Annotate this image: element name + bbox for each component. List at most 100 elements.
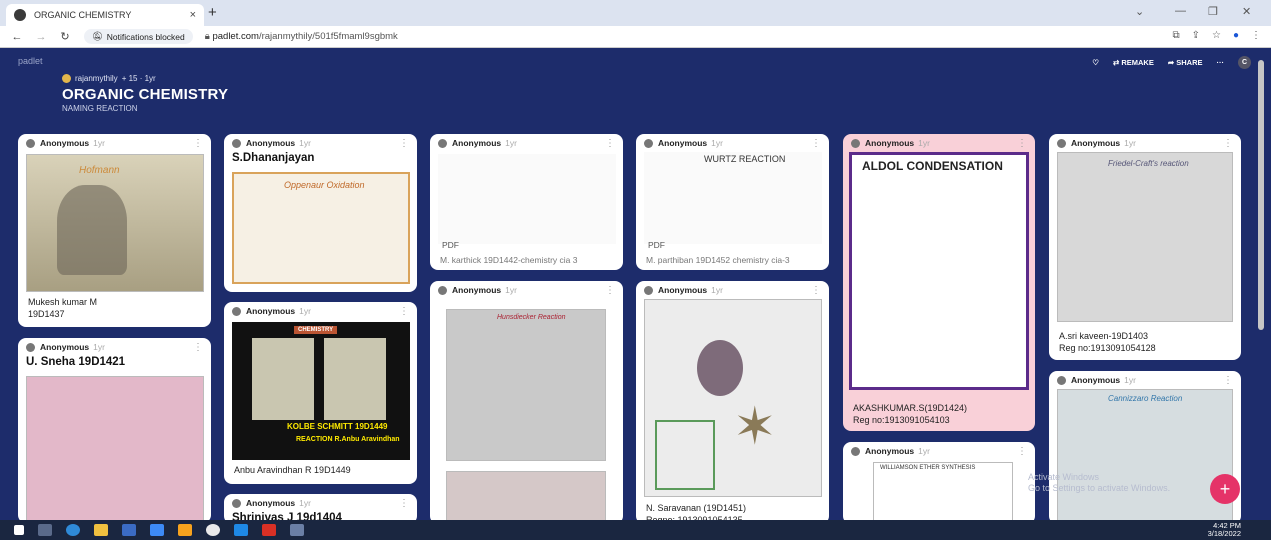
post-menu-icon[interactable]: ⋮ xyxy=(811,138,821,149)
post-card[interactable]: Anonymous 1yr ⋮ WURTZ REACTION PDF M. part… xyxy=(636,134,829,270)
padlet-favicon-icon xyxy=(14,9,26,21)
post-title: S.Dhananjayan xyxy=(232,152,315,164)
post-menu-icon[interactable]: ⋮ xyxy=(1017,446,1027,457)
post-author: Anonymous xyxy=(658,138,708,148)
page-left xyxy=(252,338,314,420)
post-image[interactable]: Cannizzaro Reaction xyxy=(1057,389,1233,524)
user-avatar[interactable]: C xyxy=(1238,56,1251,69)
close-window-icon[interactable]: ✕ xyxy=(1242,5,1251,18)
post-card[interactable]: Anonymous1yr⋮ ✶ N. Saravanan (19D1451) R… xyxy=(636,281,829,524)
post-caption: AKASHKUMAR.S(19D1424) Reg no:19130910541… xyxy=(853,403,968,425)
post-image[interactable] xyxy=(438,154,616,244)
url-field[interactable]: 🔒︎ padlet.com/rajanmythily/501f5fmaml9sg… xyxy=(205,31,398,42)
post-time: 1yr xyxy=(299,498,311,508)
minimize-icon[interactable]: — xyxy=(1175,5,1186,17)
post-image[interactable]: Hunsdiecker Reaction xyxy=(446,309,606,461)
share-button[interactable]: ➦ SHARE xyxy=(1168,58,1203,67)
post-menu-icon[interactable]: ⋮ xyxy=(1017,138,1027,149)
add-post-button[interactable]: + xyxy=(1210,474,1240,504)
bookmark-star-icon[interactable]: ☆ xyxy=(1212,30,1221,41)
windows-start-icon[interactable] xyxy=(14,525,24,535)
post-menu-icon[interactable]: ⋮ xyxy=(399,498,409,509)
diagram-box xyxy=(655,420,715,490)
post-image[interactable]: WURTZ REACTION xyxy=(644,152,822,244)
post-card[interactable]: Anonymous 1yr ⋮ Friedel-Craft's reaction A… xyxy=(1049,134,1241,360)
post-author: Anonymous xyxy=(1071,375,1121,385)
post-card[interactable]: Anonymous 1yr ⋮ Hunsdiecker Reaction xyxy=(430,281,623,524)
post-menu-icon[interactable]: ⋮ xyxy=(605,138,615,149)
post-time: 1yr xyxy=(711,138,723,148)
forward-icon[interactable]: → xyxy=(34,31,48,43)
post-menu-icon[interactable]: ⋮ xyxy=(193,342,203,353)
post-image[interactable]: WILLIAMSON ETHER SYNTHESIS xyxy=(873,462,1013,524)
pdf-badge: PDF xyxy=(442,240,459,250)
scrollbar[interactable] xyxy=(1258,60,1264,330)
reload-icon[interactable]: ↻ xyxy=(58,30,72,43)
post-card[interactable]: Anonymous 1yr ⋮ WILLIAMSON ETHER SYNTHESIS xyxy=(843,442,1035,524)
restore-icon[interactable]: ❐ xyxy=(1208,5,1218,18)
post-menu-icon[interactable]: ⋮ xyxy=(399,138,409,149)
anon-avatar xyxy=(232,138,241,148)
share-label: SHARE xyxy=(1176,58,1203,67)
post-card[interactable]: Anonymous 1yr ⋮ ALDOL CONDENSATION AKASHKU… xyxy=(843,134,1035,431)
pdf-reader-icon[interactable] xyxy=(262,524,276,536)
clock-date: 3/18/2022 xyxy=(1207,529,1241,538)
more-menu-icon[interactable]: ··· xyxy=(1217,58,1225,67)
post-caption: Anbu Aravindhan R 19D1449 xyxy=(234,465,351,475)
post-author: Anonymous xyxy=(246,306,296,316)
new-tab-button[interactable]: + xyxy=(208,4,217,21)
task-view-icon[interactable] xyxy=(38,524,52,536)
share-page-icon[interactable]: ⇪ xyxy=(1192,30,1200,41)
photos-icon[interactable] xyxy=(234,524,248,536)
image-banner: CHEMISTRY xyxy=(294,326,338,334)
padlet-logo[interactable]: padlet xyxy=(18,56,43,66)
tab-search-icon[interactable]: ⌄ xyxy=(1135,5,1144,18)
post-menu-icon[interactable]: ⋮ xyxy=(605,285,615,296)
post-card[interactable]: Anonymous 1yr ⋮ PDF M. karthick 19D1442-ch… xyxy=(430,134,623,270)
post-card[interactable]: Anonymous 1yr ⋮ Hofmann Mukesh kumar M 19D… xyxy=(18,134,211,327)
file-explorer-icon[interactable] xyxy=(94,524,108,536)
image-heading: WURTZ REACTION xyxy=(704,154,786,164)
browser-menu-icon[interactable]: ⋮ xyxy=(1251,30,1261,41)
remake-label: REMAKE xyxy=(1121,58,1154,67)
post-image[interactable]: Hofmann xyxy=(26,154,204,292)
tab-organic-chemistry[interactable]: ORGANIC CHEMISTRY × xyxy=(6,4,204,26)
remake-button[interactable]: ⇄ REMAKE xyxy=(1113,58,1154,67)
mail-icon[interactable] xyxy=(150,524,164,536)
post-image[interactable]: Friedel-Craft's reaction xyxy=(1057,152,1233,322)
post-card[interactable]: Anonymous 1yr ⋮ CHEMISTRY KOLBE SCHMITT 19… xyxy=(224,302,417,484)
post-menu-icon[interactable]: ⋮ xyxy=(1223,138,1233,149)
post-card[interactable]: Anonymous 1yr ⋮ U. Sneha 19D1421 xyxy=(18,338,211,523)
author-name[interactable]: rajanmythily xyxy=(75,74,118,83)
tab-close-icon[interactable]: × xyxy=(190,9,196,21)
post-menu-icon[interactable]: ⋮ xyxy=(399,306,409,317)
post-author: Anonymous xyxy=(246,138,296,148)
back-icon[interactable]: ← xyxy=(10,31,24,43)
post-caption: M. parthiban 19D1452 chemistry cia-3 xyxy=(646,255,790,265)
post-image[interactable]: Oppenaur Oxidation xyxy=(232,172,410,284)
edge-icon[interactable] xyxy=(66,524,80,536)
diagram-oval xyxy=(697,340,743,396)
app-icon[interactable] xyxy=(290,524,304,536)
post-image[interactable]: CHEMISTRY KOLBE SCHMITT 19D1449 REACTION… xyxy=(232,322,410,460)
post-menu-icon[interactable]: ⋮ xyxy=(193,138,203,149)
system-clock[interactable]: 4:42 PM 3/18/2022 xyxy=(1208,522,1241,538)
profile-icon[interactable]: ● xyxy=(1233,30,1239,41)
post-time: 1yr xyxy=(505,285,517,295)
install-icon[interactable]: ⧉ xyxy=(1172,30,1179,41)
heart-icon[interactable]: ♡ xyxy=(1092,58,1099,67)
post-image[interactable] xyxy=(446,471,606,524)
post-image[interactable] xyxy=(26,376,204,523)
post-card[interactable]: Anonymous 1yr ⋮ Cannizzaro Reaction xyxy=(1049,371,1241,524)
chrome-icon[interactable] xyxy=(206,524,220,536)
store-icon[interactable] xyxy=(122,524,136,536)
post-menu-icon[interactable]: ⋮ xyxy=(1223,375,1233,386)
post-image[interactable]: ALDOL CONDENSATION xyxy=(849,152,1029,390)
vlc-icon[interactable] xyxy=(178,524,192,536)
padlet-header: padlet rajanmythily + 15 · 1yr ORGANIC C… xyxy=(0,48,1271,126)
anon-avatar xyxy=(232,306,241,316)
post-card[interactable]: Anonymous 1yr ⋮ S.Dhananjayan Oppenaur Oxi… xyxy=(224,134,417,292)
notifications-blocked-chip[interactable]: 🔕︎ Notifications blocked xyxy=(84,29,193,44)
post-image[interactable]: ✶ xyxy=(644,299,822,497)
post-menu-icon[interactable]: ⋮ xyxy=(811,285,821,296)
